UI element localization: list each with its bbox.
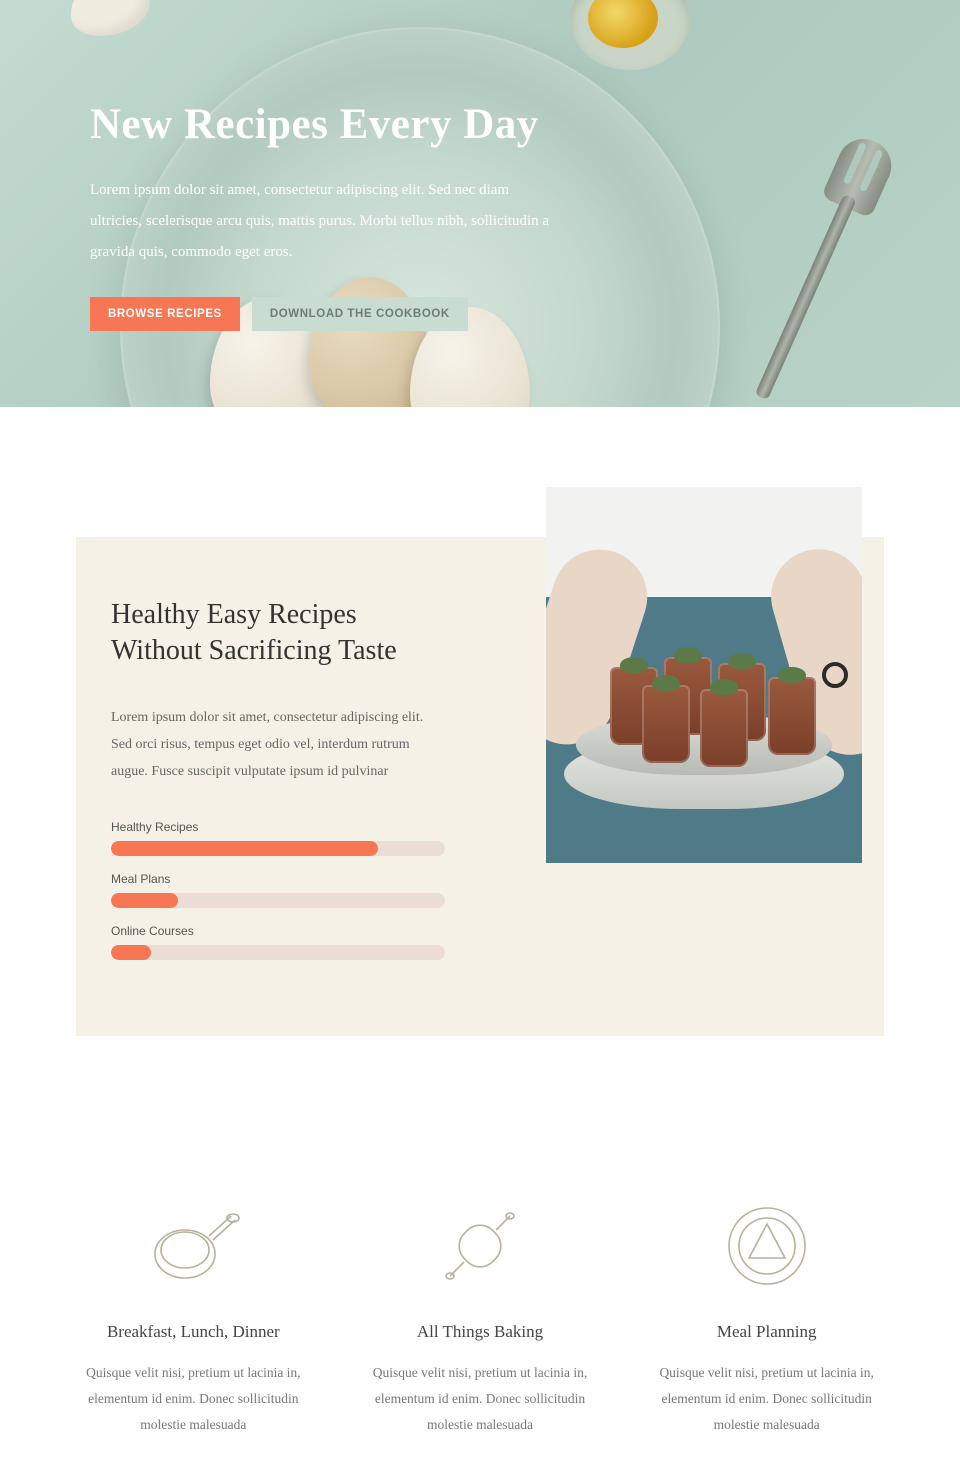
feature-body: Quisque velit nisi, pretium ut lacinia i…: [645, 1360, 888, 1439]
hero-decor-fork: [687, 107, 952, 407]
feature-title: All Things Baking: [359, 1322, 602, 1342]
bar-fill: [111, 945, 151, 960]
hero-title: New Recipes Every Day: [90, 100, 550, 149]
bar-label: Meal Plans: [111, 872, 445, 886]
pan-icon: [143, 1196, 243, 1296]
about-heading: Healthy Easy Recipes Without Sacrificing…: [111, 597, 445, 670]
progress-bar-meal-plans: Meal Plans: [111, 872, 445, 908]
download-cookbook-button[interactable]: DOWNLOAD THE COOKBOOK: [252, 297, 468, 331]
rolling-pin-icon: [430, 1196, 530, 1296]
bar-track: [111, 893, 445, 908]
hero-section: New Recipes Every Day Lorem ipsum dolor …: [0, 0, 960, 407]
progress-bar-online-courses: Online Courses: [111, 924, 445, 960]
bar-fill: [111, 893, 178, 908]
about-section: Healthy Easy Recipes Without Sacrificing…: [0, 407, 960, 1096]
feature-breakfast: Breakfast, Lunch, Dinner Quisque velit n…: [60, 1196, 327, 1439]
hero-subtitle: Lorem ipsum dolor sit amet, consectetur …: [90, 175, 550, 267]
bar-track: [111, 945, 445, 960]
feature-title: Meal Planning: [645, 1322, 888, 1342]
browse-recipes-button[interactable]: BROWSE RECIPES: [90, 297, 240, 331]
bar-label: Online Courses: [111, 924, 445, 938]
about-image: [546, 487, 862, 863]
plate-icon: [717, 1196, 817, 1296]
bar-label: Healthy Recipes: [111, 820, 445, 834]
feature-title: Breakfast, Lunch, Dinner: [72, 1322, 315, 1342]
features-section: Breakfast, Lunch, Dinner Quisque velit n…: [0, 1096, 960, 1479]
about-body: Lorem ipsum dolor sit amet, consectetur …: [111, 704, 445, 786]
feature-baking: All Things Baking Quisque velit nisi, pr…: [347, 1196, 614, 1439]
progress-bar-healthy-recipes: Healthy Recipes: [111, 820, 445, 856]
feature-body: Quisque velit nisi, pretium ut lacinia i…: [72, 1360, 315, 1439]
feature-body: Quisque velit nisi, pretium ut lacinia i…: [359, 1360, 602, 1439]
hero-button-row: BROWSE RECIPES DOWNLOAD THE COOKBOOK: [90, 297, 550, 331]
feature-meal-planning: Meal Planning Quisque velit nisi, pretiu…: [633, 1196, 900, 1439]
bar-fill: [111, 841, 378, 856]
bar-track: [111, 841, 445, 856]
